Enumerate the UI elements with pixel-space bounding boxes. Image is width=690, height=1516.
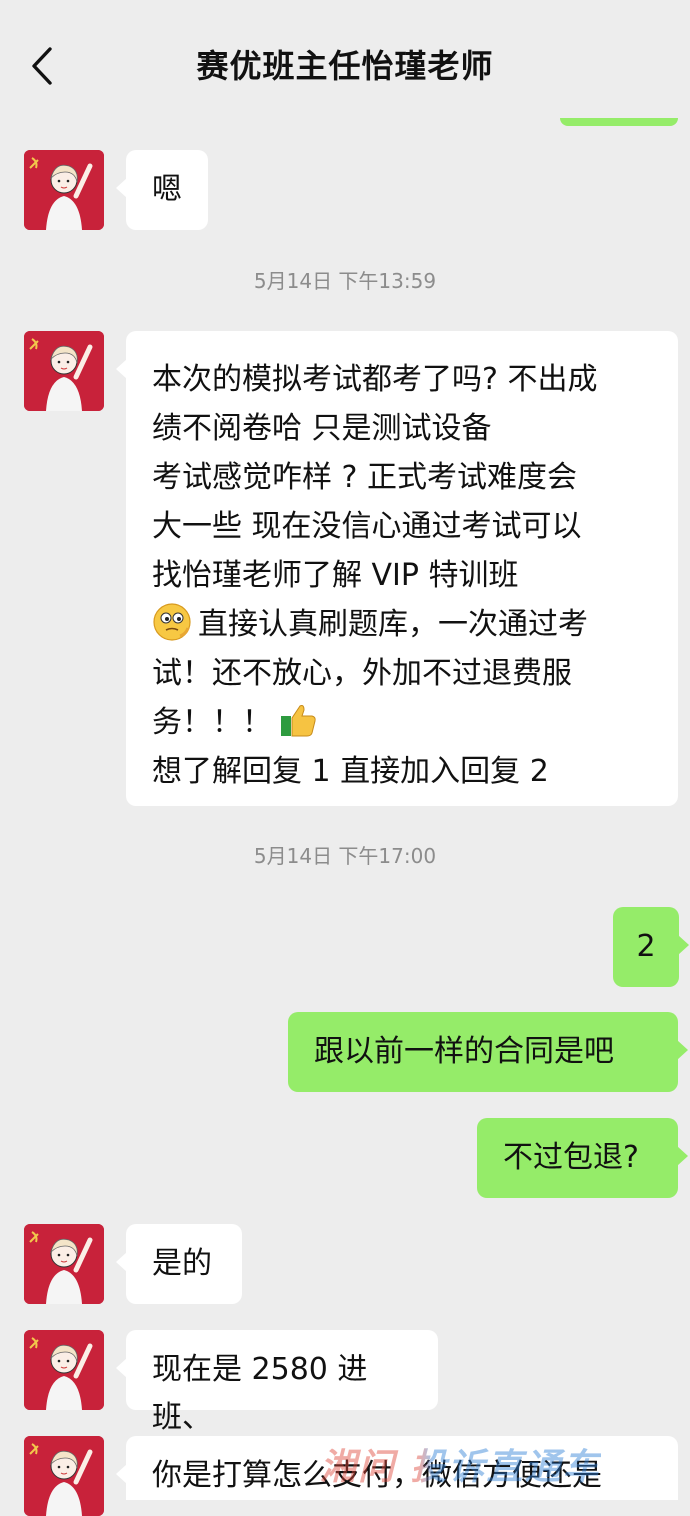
- message-text: 务！！！: [152, 705, 272, 740]
- incoming-message[interactable]: 嗯: [116, 150, 208, 230]
- message-timestamp: 5月14日 下午17:00: [253, 844, 437, 868]
- contact-avatar[interactable]: [24, 1436, 104, 1516]
- watermark-text: 湘问 投诉直通车: [320, 1447, 601, 1488]
- message-line-with-emoji: 务！！！: [152, 698, 652, 747]
- girl-avatar-icon: [24, 1330, 104, 1410]
- message-text: 不过包退?: [503, 1140, 639, 1175]
- girl-avatar-icon: [24, 331, 104, 411]
- thinking-face-emoji-icon: [153, 603, 191, 641]
- thumbs-up-emoji-icon: [281, 705, 316, 737]
- message-line: 本次的模拟考试都考了吗? 不出成: [152, 362, 598, 397]
- chat-title: 赛优班主任怡瑾老师: [196, 47, 494, 85]
- message-line: 想了解回复 1 直接加入回复 2: [152, 754, 549, 789]
- girl-avatar-icon: [24, 1224, 104, 1304]
- incoming-message[interactable]: 本次的模拟考试都考了吗? 不出成 绩不阅卷哈 只是测试设备 考试感觉咋样 ? 正…: [116, 331, 678, 806]
- message-line: 找怡瑾老师了解 VIP 特训班: [152, 558, 519, 593]
- contact-avatar[interactable]: [24, 1330, 104, 1410]
- watermark: 湘问 投诉直通车: [320, 1438, 601, 1490]
- incoming-message[interactable]: 是的: [116, 1224, 242, 1304]
- message-line: 绩不阅卷哈 只是测试设备: [152, 411, 492, 446]
- outgoing-message[interactable]: 不过包退?: [477, 1118, 688, 1198]
- message-line: 大一些 现在没信心通过考试可以: [152, 509, 582, 544]
- message-line: 试！还不放心，外加不过退费服: [152, 656, 572, 691]
- message-timestamp: 5月14日 下午13:59: [253, 269, 437, 293]
- chat-header: 赛优班主任怡瑾老师: [0, 0, 690, 118]
- outgoing-message[interactable]: 2: [613, 907, 689, 987]
- message-text: 跟以前一样的合同是吧: [314, 1034, 614, 1069]
- message-text: 2: [636, 929, 656, 964]
- message-text: 直接认真刷题库，一次通过考: [198, 607, 588, 642]
- message-text: 嗯: [152, 172, 182, 207]
- message-line-with-emoji: 直接认真刷题库，一次通过考: [152, 600, 652, 649]
- contact-avatar[interactable]: [24, 331, 104, 411]
- girl-avatar-icon: [24, 1436, 104, 1516]
- contact-avatar[interactable]: [24, 150, 104, 230]
- incoming-message[interactable]: 现在是 2580 进班、: [116, 1330, 438, 1435]
- girl-avatar-icon: [24, 150, 104, 230]
- message-text: 是的: [152, 1246, 212, 1281]
- message-line: 考试感觉咋样 ? 正式考试难度会: [152, 460, 577, 495]
- outgoing-message[interactable]: 跟以前一样的合同是吧: [288, 1012, 688, 1092]
- contact-avatar[interactable]: [24, 1224, 104, 1304]
- message-text: 现在是 2580 进班、: [152, 1352, 368, 1435]
